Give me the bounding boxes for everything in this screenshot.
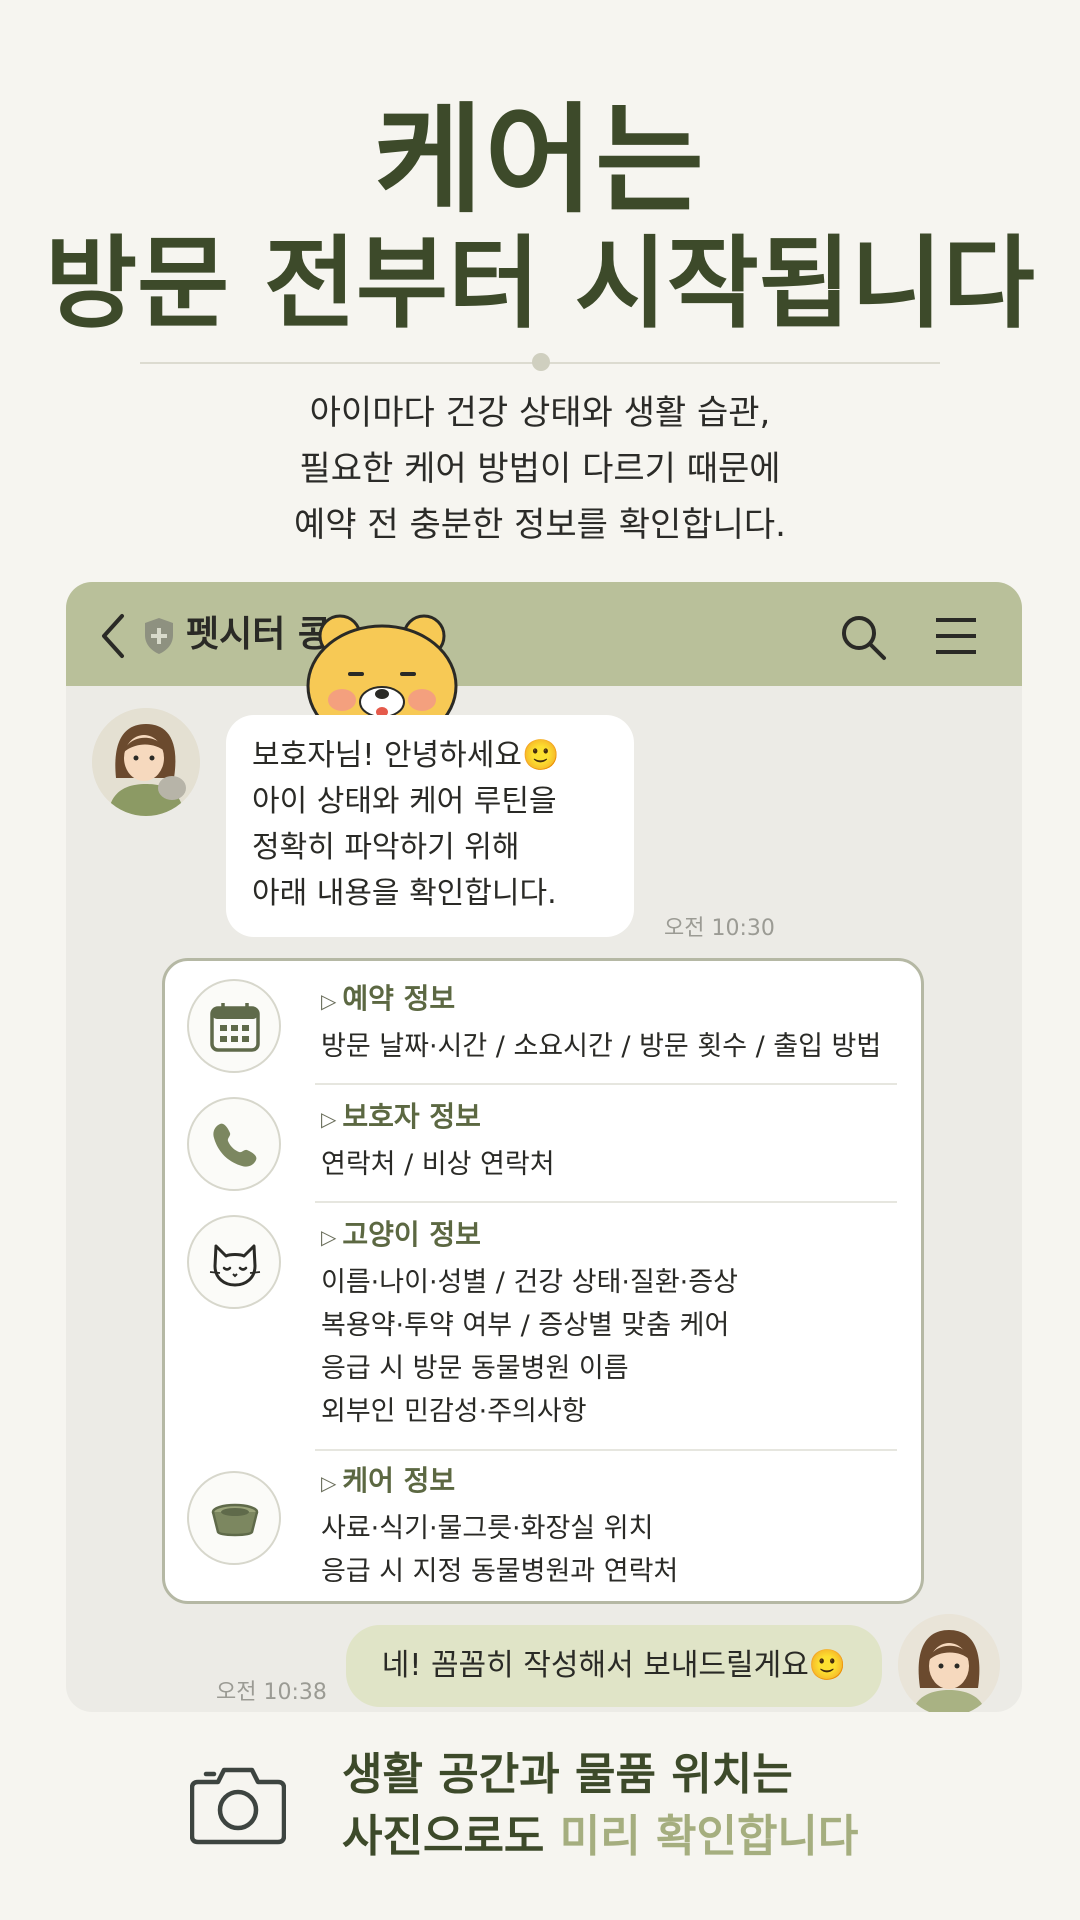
- section-title-text: 고양이 정보: [342, 1218, 481, 1251]
- section-line: 방문 날짜·시간 / 소요시간 / 방문 횟수 / 출입 방법: [321, 1031, 882, 1062]
- shield-icon: [145, 618, 173, 654]
- incoming-message: 보호자님! 안녕하세요🙂 아이 상태와 케어 루틴을 정확히 파악하기 위해 아…: [226, 715, 634, 937]
- divider-dot: [532, 353, 550, 371]
- section-title: ▷ 예약 정보: [321, 982, 456, 1015]
- message-line: 보호자님! 안녕하세요🙂: [252, 738, 560, 773]
- menu-icon[interactable]: [934, 616, 978, 656]
- headline-line2: 방문 전부터 시작됩니다: [45, 225, 1035, 342]
- search-icon[interactable]: [838, 612, 888, 662]
- outgoing-time: 오전 10:38: [216, 1680, 327, 1705]
- section-line: 연락처 / 비상 연락처: [321, 1149, 555, 1180]
- chevron-left-icon[interactable]: [96, 612, 130, 660]
- section-line: 복용약·투약 여부 / 증상별 맞춤 케어: [321, 1310, 730, 1341]
- section-divider: [315, 1449, 897, 1451]
- footer-line2: 사진으로도 미리 확인합니다: [342, 1806, 858, 1868]
- headline-line1: 케어는: [374, 91, 706, 229]
- intro-line: 아이마다 건강 상태와 생활 습관,: [309, 393, 771, 433]
- section-title: ▷ 고양이 정보: [321, 1218, 481, 1251]
- outgoing-message: 네! 꼼꼼히 작성해서 보내드릴게요🙂: [346, 1625, 882, 1707]
- footer-text: 생활 공간과 물품 위치는 사진으로도 미리 확인합니다: [342, 1744, 858, 1868]
- intro-text: 아이마다 건강 상태와 생활 습관, 필요한 케어 방법이 다르기 때문에 예약…: [0, 385, 1080, 553]
- pet-bowl-icon: [187, 1471, 281, 1565]
- camera-icon: [190, 1767, 286, 1845]
- cat-icon: [187, 1215, 281, 1309]
- section-line: 사료·식기·물그릇·화장실 위치: [321, 1513, 654, 1544]
- section-lines: 이름·나이·성별 / 건강 상태·질환·증상 복용약·투약 여부 / 증상별 맞…: [321, 1261, 738, 1433]
- section-line: 응급 시 지정 동물병원과 연락처: [321, 1556, 679, 1587]
- footer-line2-accent: 미리 확인합니다: [559, 1811, 859, 1862]
- footer-line1: 생활 공간과 물품 위치는: [342, 1749, 793, 1800]
- incoming-time: 오전 10:30: [664, 916, 775, 941]
- section-lines: 방문 날짜·시간 / 소요시간 / 방문 횟수 / 출입 방법: [321, 1025, 881, 1068]
- section-title-text: 보호자 정보: [342, 1100, 481, 1133]
- message-line: 아이 상태와 케어 루틴을: [252, 784, 557, 819]
- sitter-avatar[interactable]: [92, 708, 200, 816]
- calendar-icon: [187, 979, 281, 1073]
- section-divider: [315, 1083, 897, 1085]
- section-title: ▷ 케어 정보: [321, 1464, 456, 1497]
- intro-line: 예약 전 충분한 정보를 확인합니다.: [294, 505, 786, 545]
- message-line: 아래 내용을 확인합니다.: [252, 876, 557, 911]
- section-title: ▷ 보호자 정보: [321, 1100, 481, 1133]
- message-line: 정확히 파악하기 위해: [252, 830, 520, 865]
- section-line: 이름·나이·성별 / 건강 상태·질환·증상: [321, 1267, 738, 1298]
- chat-window: 펫시터 콩 보호자님! 안녕하세요🙂 아이 상태와 케어 루틴을 정확히 파악하…: [66, 582, 1022, 1712]
- guardian-avatar[interactable]: [898, 1614, 1000, 1712]
- section-lines: 사료·식기·물그릇·화장실 위치 응급 시 지정 동물병원과 연락처: [321, 1507, 678, 1593]
- footer-line2-prefix: 사진으로도: [342, 1811, 560, 1862]
- section-line: 외부인 민감성·주의사항: [321, 1396, 587, 1427]
- section-lines: 연락처 / 비상 연락처: [321, 1143, 555, 1186]
- section-line: 응급 시 방문 동물병원 이름: [321, 1353, 629, 1384]
- phone-icon: [187, 1097, 281, 1191]
- intro-line: 필요한 케어 방법이 다르기 때문에: [299, 449, 781, 489]
- section-title-text: 케어 정보: [342, 1464, 456, 1497]
- chat-header: 펫시터 콩: [66, 582, 1022, 748]
- section-divider: [315, 1201, 897, 1203]
- section-title-text: 예약 정보: [342, 982, 456, 1015]
- info-card: ▷ 예약 정보 방문 날짜·시간 / 소요시간 / 방문 횟수 / 출입 방법 ▷…: [162, 958, 924, 1604]
